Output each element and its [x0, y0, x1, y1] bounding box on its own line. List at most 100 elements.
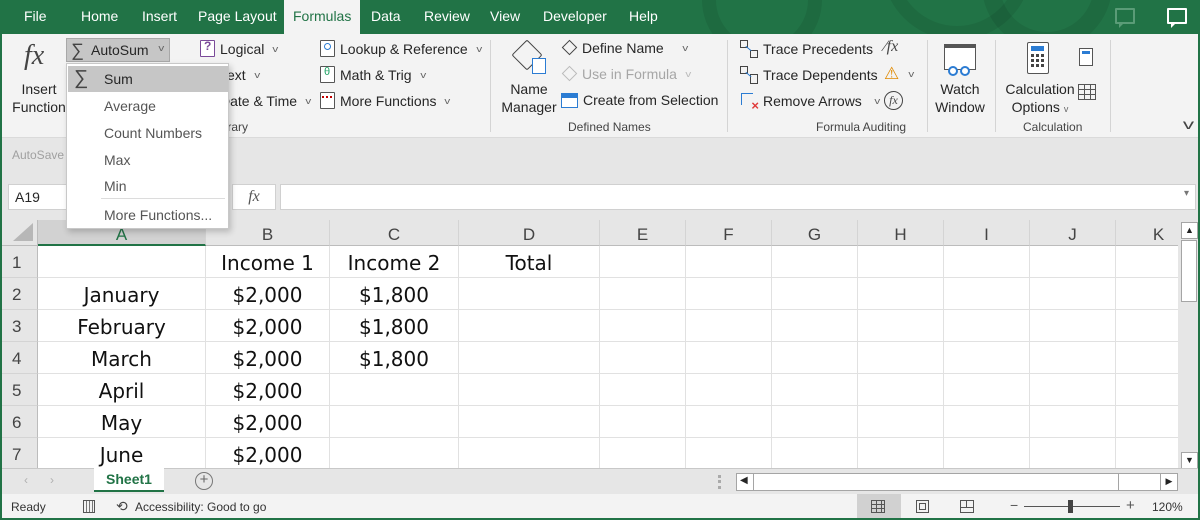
page-break-view-button[interactable] [945, 494, 989, 518]
cell-e5[interactable] [600, 374, 686, 406]
cell-e3[interactable] [600, 310, 686, 342]
autosave-label[interactable]: AutoSave [12, 148, 64, 162]
cell-d2[interactable] [459, 278, 600, 310]
next-sheet-arrow-icon[interactable]: › [50, 473, 54, 487]
use-in-formula-button[interactable]: Use in Formula v [561, 65, 691, 82]
cell-f5[interactable] [686, 374, 772, 406]
cell-k2[interactable] [1116, 278, 1178, 310]
column-header-j[interactable]: J [1030, 220, 1116, 246]
menu-item-more-functions[interactable]: More Functions... [68, 202, 228, 228]
cell-a6[interactable]: May [38, 406, 206, 438]
cell-f2[interactable] [686, 278, 772, 310]
cell-h6[interactable] [858, 406, 944, 438]
column-header-g[interactable]: G [772, 220, 858, 246]
cell-f4[interactable] [686, 342, 772, 374]
cell-d6[interactable] [459, 406, 600, 438]
cell-b6[interactable]: $2,000 [206, 406, 330, 438]
scroll-right-arrow-icon[interactable]: ▶ [1160, 473, 1178, 491]
cell-k5[interactable] [1116, 374, 1178, 406]
cell-c7[interactable] [330, 438, 459, 468]
cell-c2[interactable]: $1,800 [330, 278, 459, 310]
create-from-selection-button[interactable]: Create from Selection [561, 92, 718, 108]
calculate-sheet-icon[interactable] [1078, 84, 1096, 100]
tab-view[interactable]: View [484, 0, 526, 34]
cell-f3[interactable] [686, 310, 772, 342]
cell-b4[interactable]: $2,000 [206, 342, 330, 374]
define-name-button[interactable]: Define Name v [561, 39, 688, 56]
cell-g4[interactable] [772, 342, 858, 374]
zoom-level[interactable]: 120% [1152, 500, 1183, 514]
trace-dependents-button[interactable]: Trace Dependents [740, 66, 878, 84]
cell-k7[interactable] [1116, 438, 1178, 468]
row-header-2[interactable]: 2 [2, 278, 38, 310]
tab-developer[interactable]: Developer [537, 0, 613, 34]
lookup-reference-button[interactable]: Lookup & Reference v [320, 40, 482, 57]
cell-a4[interactable]: March [38, 342, 206, 374]
cell-g6[interactable] [772, 406, 858, 438]
cell-j4[interactable] [1030, 342, 1116, 374]
cell-c4[interactable]: $1,800 [330, 342, 459, 374]
tab-formulas[interactable]: Formulas [284, 0, 361, 34]
collapse-ribbon-chevron-icon[interactable]: v [1183, 116, 1194, 132]
sheet-tab-sheet1[interactable]: Sheet1 [94, 468, 164, 492]
cell-b7[interactable]: $2,000 [206, 438, 330, 468]
logical-button[interactable]: ? Logical v [200, 39, 279, 57]
trace-precedents-button[interactable]: Trace Precedents [740, 40, 873, 58]
remove-arrows-button[interactable]: × Remove Arrows v [740, 92, 880, 113]
cell-e2[interactable] [600, 278, 686, 310]
cell-h2[interactable] [858, 278, 944, 310]
insert-function-fx-button[interactable]: fx [232, 184, 276, 210]
cell-h3[interactable] [858, 310, 944, 342]
tab-page-layout[interactable]: Page Layout [192, 0, 283, 34]
column-header-f[interactable]: F [686, 220, 772, 246]
cell-f7[interactable] [686, 438, 772, 468]
column-header-c[interactable]: C [330, 220, 459, 246]
scroll-up-arrow-icon[interactable]: ▲ [1181, 222, 1198, 239]
show-formulas-icon[interactable]: ⁄fx [884, 38, 898, 56]
cell-i6[interactable] [944, 406, 1030, 438]
menu-item-average[interactable]: Average [68, 93, 228, 119]
cell-j3[interactable] [1030, 310, 1116, 342]
cell-d5[interactable] [459, 374, 600, 406]
cell-j1[interactable] [1030, 246, 1116, 278]
more-functions-button[interactable]: More Functions v [320, 92, 451, 109]
cell-f6[interactable] [686, 406, 772, 438]
comments-icon[interactable] [1115, 8, 1135, 28]
row-header-5[interactable]: 5 [2, 374, 38, 406]
cell-c5[interactable] [330, 374, 459, 406]
cell-a3[interactable]: February [38, 310, 206, 342]
zoom-in-button[interactable]: + [1126, 497, 1135, 514]
cell-j7[interactable] [1030, 438, 1116, 468]
cell-i5[interactable] [944, 374, 1030, 406]
cell-g7[interactable] [772, 438, 858, 468]
row-header-4[interactable]: 4 [2, 342, 38, 374]
menu-item-max[interactable]: Max [68, 147, 228, 173]
cell-e4[interactable] [600, 342, 686, 374]
formula-input[interactable]: ▾ [280, 184, 1196, 210]
cell-e6[interactable] [600, 406, 686, 438]
cell-i4[interactable] [944, 342, 1030, 374]
cell-c6[interactable] [330, 406, 459, 438]
column-header-e[interactable]: E [600, 220, 686, 246]
cell-f1[interactable] [686, 246, 772, 278]
accessibility-status[interactable]: Accessibility: Good to go [135, 500, 266, 514]
cell-c1[interactable]: Income 2 [330, 246, 459, 278]
cell-h7[interactable] [858, 438, 944, 468]
cell-b2[interactable]: $2,000 [206, 278, 330, 310]
column-header-k[interactable]: K [1116, 220, 1178, 246]
cell-c3[interactable]: $1,800 [330, 310, 459, 342]
horizontal-scrollbar[interactable]: ◀ [736, 473, 1178, 491]
cell-k6[interactable] [1116, 406, 1178, 438]
cell-d1[interactable]: Total [459, 246, 600, 278]
tab-home[interactable]: Home [75, 0, 124, 34]
cell-g3[interactable] [772, 310, 858, 342]
menu-item-sum[interactable]: ∑ Sum [68, 66, 228, 92]
vertical-scrollbar[interactable]: ▲ ▼ [1178, 220, 1198, 469]
column-header-d[interactable]: D [459, 220, 600, 246]
cell-a5[interactable]: April [38, 374, 206, 406]
previous-sheet-arrow-icon[interactable]: ‹ [24, 473, 28, 487]
row-header-1[interactable]: 1 [2, 246, 38, 278]
cell-k4[interactable] [1116, 342, 1178, 374]
tab-insert[interactable]: Insert [136, 0, 183, 34]
menu-item-min[interactable]: Min [68, 173, 228, 199]
